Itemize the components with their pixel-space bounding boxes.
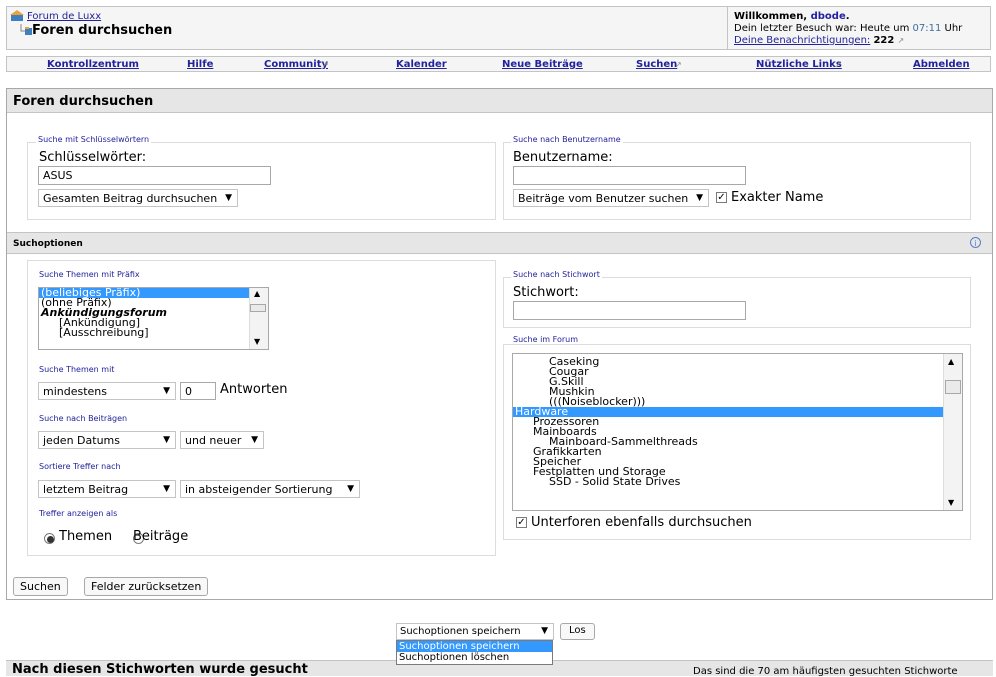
tag-input[interactable] xyxy=(513,301,746,320)
nav-community-arrow-icon: ↗ xyxy=(322,60,329,69)
chevron-down-icon: ▼ xyxy=(541,626,548,636)
chevron-down-icon: ▼ xyxy=(225,193,232,203)
prefix-listbox[interactable]: (beliebiges Präfix) (ohne Präfix) Ankünd… xyxy=(38,287,269,350)
forum-option[interactable]: (((Noiseblocker))) xyxy=(513,396,962,407)
collapse-icon[interactable]: i xyxy=(970,237,981,248)
username-legend: Suche nach Benutzername xyxy=(511,135,623,144)
chevron-down-icon: ▼ xyxy=(251,435,258,445)
last-visit-suffix: Uhr xyxy=(941,23,963,34)
keyword-input[interactable]: ASUS xyxy=(38,166,271,185)
forum-home-icon xyxy=(10,10,24,21)
nav-suchen-arrow-icon: ↗ xyxy=(675,60,682,69)
tag-legend: Suche nach Stichwort xyxy=(511,270,602,279)
prefix-scroll-thumb[interactable] xyxy=(250,304,266,312)
forum-option[interactable]: SSD - Solid State Drives xyxy=(513,476,962,487)
nav-kalender[interactable]: Kalender xyxy=(396,59,447,70)
chevron-down-icon: ▼ xyxy=(347,484,354,494)
date-direction-select[interactable]: und neuer ▼ xyxy=(180,431,264,449)
save-options-item[interactable]: Suchoptionen speichern xyxy=(397,641,552,652)
date-direction-value: und neuer xyxy=(185,434,242,447)
save-options-value: Suchoptionen speichern xyxy=(400,626,521,637)
tag-label: Stichwort: xyxy=(513,285,579,300)
username-scope-select[interactable]: Beiträge vom Benutzer suchen ▼ xyxy=(513,189,709,207)
show-topics-radio[interactable] xyxy=(44,532,55,544)
date-legend: Suche nach Beiträgen xyxy=(37,414,130,423)
options-header[interactable]: Suchoptionen xyxy=(7,232,992,254)
tag-cloud-title: Nach diesen Stichworten wurde gesucht xyxy=(12,662,308,677)
nav-community[interactable]: Community xyxy=(264,59,328,70)
sort-legend: Sortiere Treffer nach xyxy=(37,462,123,471)
page-title: Foren durchsuchen xyxy=(32,23,173,38)
chevron-down-icon: ▼ xyxy=(696,193,703,203)
sort-field-value: letztem Beitrag xyxy=(43,483,129,496)
notifications-count: 222 xyxy=(873,35,895,46)
keyword-label: Schlüsselwörter: xyxy=(39,150,147,165)
save-options-select[interactable]: Suchoptionen speichern ▼ xyxy=(396,623,554,640)
chevron-down-icon: ▼ xyxy=(163,484,170,494)
welcome-text: Willkommen, xyxy=(734,11,811,22)
date-range-value: jeden Datums xyxy=(43,434,120,447)
keyword-scope-value: Gesamten Beitrag durchsuchen xyxy=(43,192,218,205)
replies-legend: Suche Themen mit xyxy=(37,365,117,374)
prefix-option[interactable]: [Ausschreibung] xyxy=(39,327,268,338)
welcome-dot: . xyxy=(845,11,850,22)
external-arrow-icon: ↗ xyxy=(897,36,905,45)
sort-order-value: in absteigender Sortierung xyxy=(185,483,333,496)
notifications-link[interactable]: Deine Benachrichtigungen: xyxy=(734,35,870,46)
tag-cloud-info: Das sind die 70 am häufigsten gesuchten … xyxy=(693,666,958,677)
save-options-item[interactable]: Suchoptionen löschen xyxy=(397,652,552,663)
forum-listbox[interactable]: Caseking Cougar G.Skill Mushkin (((Noise… xyxy=(512,353,963,511)
replies-mode-select[interactable]: mindestens ▼ xyxy=(38,382,176,400)
reset-button[interactable]: Felder zurücksetzen xyxy=(84,577,209,596)
forum-scrollbar[interactable] xyxy=(943,354,962,510)
username-link[interactable]: dbode xyxy=(811,11,846,22)
show-legend: Treffer anzeigen als xyxy=(37,509,120,518)
nav-suchen[interactable]: Suchen xyxy=(636,59,677,70)
exact-name-checkbox[interactable]: ✓ xyxy=(716,192,727,203)
go-button[interactable]: Los xyxy=(560,623,595,640)
scroll-up-icon[interactable]: ▲ xyxy=(254,289,260,298)
nav-kontrollzentrum[interactable]: Kontrollzentrum xyxy=(47,59,139,70)
last-visit-text: Dein letzter Besuch war: Heute um xyxy=(734,23,913,34)
subforums-checkbox[interactable]: ✓ xyxy=(516,517,527,528)
search-button[interactable]: Suchen xyxy=(13,577,68,596)
folder-tree-icon xyxy=(20,24,32,35)
chevron-down-icon: ▼ xyxy=(163,435,170,445)
sort-order-select[interactable]: in absteigender Sortierung ▼ xyxy=(180,480,360,498)
keyword-legend: Suche mit Schlüsselwörtern xyxy=(36,135,152,144)
sort-field-select[interactable]: letztem Beitrag ▼ xyxy=(38,480,176,498)
nav-neue-beitraege[interactable]: Neue Beiträge xyxy=(502,59,583,70)
last-visit-time: 07:11 xyxy=(912,23,942,34)
replies-count-input[interactable]: 0 xyxy=(180,382,216,400)
scroll-up-icon[interactable]: ▲ xyxy=(948,357,954,366)
scroll-down-icon[interactable]: ▼ xyxy=(948,498,954,507)
nav-nuetzliche-links[interactable]: Nützliche Links xyxy=(756,59,842,70)
username-label: Benutzername: xyxy=(513,150,613,165)
nav-links-arrow-icon: ↗ xyxy=(835,60,842,69)
chevron-down-icon: ▼ xyxy=(163,386,170,396)
save-options-dropdown[interactable]: Suchoptionen speichern Suchoptionen lösc… xyxy=(396,640,553,665)
exact-name-label: Exakter Name xyxy=(731,190,824,205)
welcome-box: Willkommen, dbode. Dein letzter Besuch w… xyxy=(727,7,990,49)
panel-title: Foren durchsuchen xyxy=(7,89,992,113)
forum-scroll-thumb[interactable] xyxy=(945,380,961,394)
username-scope-value: Beiträge vom Benutzer suchen xyxy=(518,192,689,205)
keyword-scope-select[interactable]: Gesamten Beitrag durchsuchen ▼ xyxy=(38,189,238,207)
nav-hilfe[interactable]: Hilfe xyxy=(187,59,213,70)
username-input[interactable] xyxy=(513,166,746,185)
subforums-label: Unterforen ebenfalls durchsuchen xyxy=(531,515,752,530)
replies-suffix: Antworten xyxy=(220,382,288,397)
breadcrumb-forum-link[interactable]: Forum de Luxx xyxy=(27,11,101,22)
prefix-legend: Suche Themen mit Präfix xyxy=(37,270,142,279)
nav-abmelden[interactable]: Abmelden xyxy=(913,59,970,70)
scroll-down-icon[interactable]: ▼ xyxy=(254,337,260,346)
date-range-select[interactable]: jeden Datums ▼ xyxy=(38,431,176,449)
show-posts-label: Beiträge xyxy=(133,529,189,544)
replies-mode-value: mindestens xyxy=(43,385,108,398)
forum-legend: Suche im Forum xyxy=(511,335,581,344)
navbar xyxy=(6,56,991,72)
show-topics-label: Themen xyxy=(59,529,113,544)
